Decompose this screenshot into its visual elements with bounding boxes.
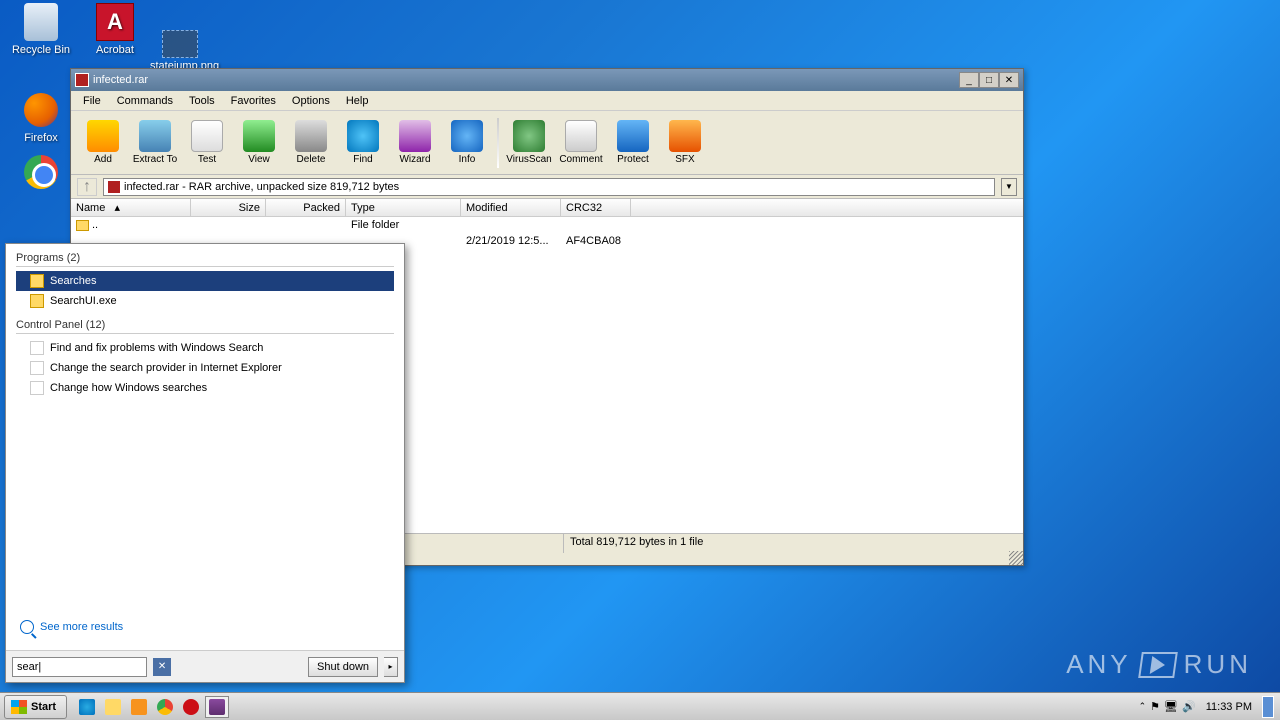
- info-button[interactable]: Info: [441, 114, 493, 172]
- tray-clock[interactable]: 11:33 PM: [1200, 701, 1258, 713]
- start-search-input[interactable]: sear|: [12, 657, 147, 677]
- menubar: File Commands Tools Favorites Options He…: [71, 91, 1023, 111]
- play-icon: [1149, 656, 1166, 674]
- program-searchui[interactable]: SearchUI.exe: [16, 291, 394, 311]
- test-button[interactable]: Test: [181, 114, 233, 172]
- file-row-up[interactable]: .. File folder: [71, 217, 1023, 233]
- status-text: Total 819,712 bytes in 1 file: [564, 534, 1023, 553]
- tray-expand-icon[interactable]: ⌃: [1139, 701, 1147, 712]
- folder-icon: [30, 274, 44, 288]
- tray-volume-icon[interactable]: 🔊: [1182, 700, 1196, 713]
- titlebar[interactable]: infected.rar _ □ ✕: [71, 69, 1023, 91]
- col-crc[interactable]: CRC32: [561, 199, 631, 216]
- sfx-button[interactable]: SFX: [659, 114, 711, 172]
- col-packed[interactable]: Packed: [266, 199, 346, 216]
- program-searches[interactable]: Searches: [16, 271, 394, 291]
- recycle-bin-icon[interactable]: Recycle Bin: [6, 2, 76, 56]
- toolbar: Add Extract To Test View Delete Find Wiz…: [71, 111, 1023, 175]
- menu-help[interactable]: Help: [338, 93, 377, 109]
- find-button[interactable]: Find: [337, 114, 389, 172]
- minimize-button[interactable]: _: [959, 72, 979, 88]
- tray-network-icon[interactable]: 🖥: [1164, 700, 1178, 713]
- menu-commands[interactable]: Commands: [109, 93, 181, 109]
- exe-icon: [30, 294, 44, 308]
- col-size[interactable]: Size: [191, 199, 266, 216]
- cp-item-1[interactable]: Find and fix problems with Windows Searc…: [16, 338, 394, 358]
- virusscan-button[interactable]: VirusScan: [503, 114, 555, 172]
- taskbar-chrome[interactable]: [153, 696, 177, 718]
- anyrun-watermark: ANY RUN: [1066, 649, 1252, 680]
- cp-icon: [30, 381, 44, 395]
- resize-handle[interactable]: [1009, 551, 1023, 565]
- show-desktop-button[interactable]: [1262, 696, 1274, 718]
- cp-item-3[interactable]: Change how Windows searches: [16, 378, 394, 398]
- cp-item-2[interactable]: Change the search provider in Internet E…: [16, 358, 394, 378]
- delete-button[interactable]: Delete: [285, 114, 337, 172]
- taskbar-winrar[interactable]: [205, 696, 229, 718]
- chrome-icon[interactable]: [6, 152, 76, 192]
- see-more-results[interactable]: See more results: [20, 620, 123, 634]
- col-name[interactable]: Name ▴: [71, 199, 191, 216]
- maximize-button[interactable]: □: [979, 72, 999, 88]
- archive-icon: [108, 181, 120, 193]
- programs-section-title: Programs (2): [16, 252, 394, 267]
- start-menu: Programs (2) Searches SearchUI.exe Contr…: [5, 243, 405, 683]
- firefox-icon[interactable]: Firefox: [6, 90, 76, 144]
- protect-button[interactable]: Protect: [607, 114, 659, 172]
- windows-logo-icon: [11, 700, 27, 714]
- taskbar: Start ⌃ ⚑ 🖥 🔊 11:33 PM: [0, 692, 1280, 720]
- comment-button[interactable]: Comment: [555, 114, 607, 172]
- up-arrow-button[interactable]: ↑: [77, 178, 97, 196]
- cp-icon: [30, 361, 44, 375]
- cp-icon: [30, 341, 44, 355]
- list-header: Name ▴ Size Packed Type Modified CRC32: [71, 199, 1023, 217]
- pathbar: ↑ infected.rar - RAR archive, unpacked s…: [71, 175, 1023, 199]
- wizard-button[interactable]: Wizard: [389, 114, 441, 172]
- tray-flag-icon[interactable]: ⚑: [1150, 700, 1160, 713]
- col-type[interactable]: Type: [346, 199, 461, 216]
- winrar-app-icon: [75, 73, 89, 87]
- window-title: infected.rar: [93, 74, 148, 86]
- system-tray: ⌃ ⚑ 🖥 🔊 11:33 PM: [1133, 693, 1280, 720]
- folder-icon: [76, 220, 89, 231]
- shutdown-button[interactable]: Shut down: [308, 657, 378, 677]
- path-dropdown-button[interactable]: ▼: [1001, 178, 1017, 196]
- menu-favorites[interactable]: Favorites: [223, 93, 284, 109]
- add-button[interactable]: Add: [77, 114, 129, 172]
- menu-tools[interactable]: Tools: [181, 93, 223, 109]
- menu-file[interactable]: File: [75, 93, 109, 109]
- path-input[interactable]: infected.rar - RAR archive, unpacked siz…: [103, 178, 995, 196]
- col-modified[interactable]: Modified: [461, 199, 561, 216]
- view-button[interactable]: View: [233, 114, 285, 172]
- extract-button[interactable]: Extract To: [129, 114, 181, 172]
- taskbar-explorer[interactable]: [101, 696, 125, 718]
- start-button[interactable]: Start: [4, 695, 67, 719]
- menu-options[interactable]: Options: [284, 93, 338, 109]
- taskbar-ie[interactable]: [75, 696, 99, 718]
- taskbar-opera[interactable]: [179, 696, 203, 718]
- acrobat-icon[interactable]: AAcrobat: [80, 0, 150, 56]
- shutdown-options-button[interactable]: ▸: [384, 657, 398, 677]
- clear-search-button[interactable]: ✕: [153, 658, 171, 676]
- controlpanel-section-title: Control Panel (12): [16, 319, 394, 334]
- taskbar-wmp[interactable]: [127, 696, 151, 718]
- close-button[interactable]: ✕: [999, 72, 1019, 88]
- desktop-file-statejump[interactable]: statejump.png: [150, 30, 210, 72]
- search-icon: [20, 620, 34, 634]
